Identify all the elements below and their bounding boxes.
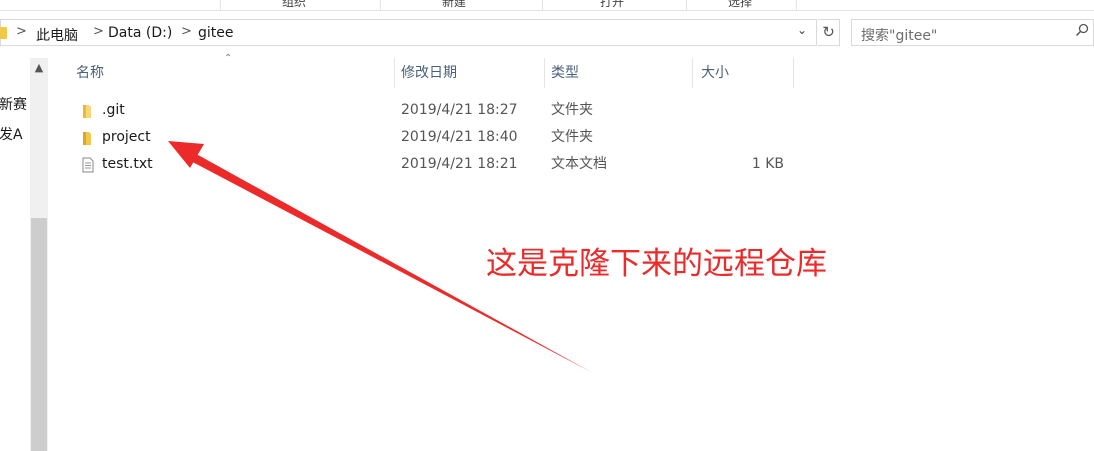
annotation-arrow <box>168 141 591 372</box>
annotation-text: 这是克隆下来的远程仓库 <box>486 246 827 282</box>
